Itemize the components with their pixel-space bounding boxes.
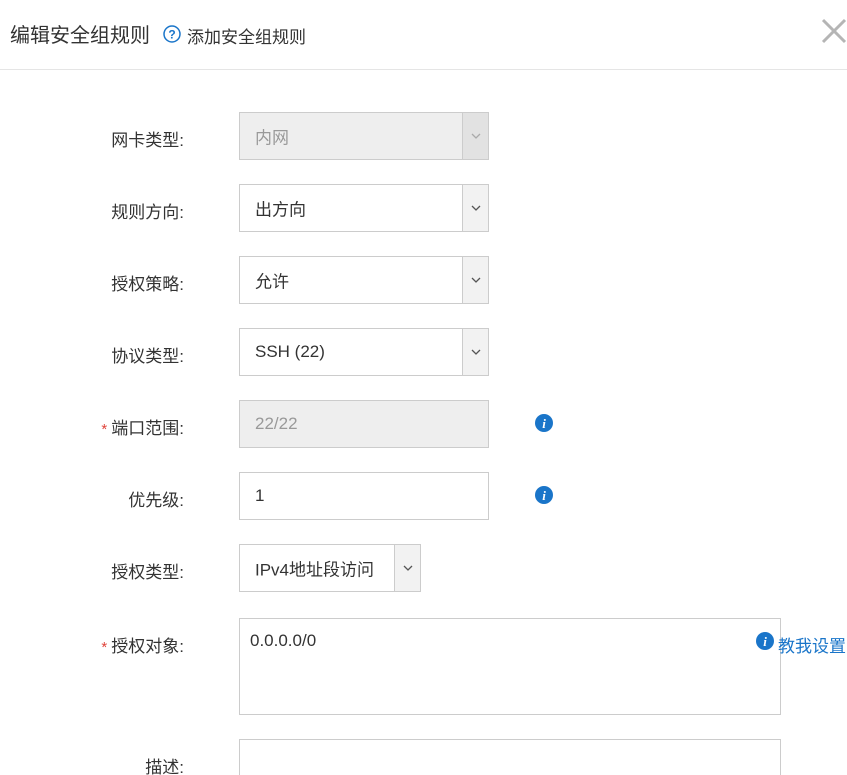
info-icon[interactable]: i bbox=[756, 632, 774, 650]
port-range-input: 22/22 bbox=[239, 400, 489, 448]
dialog-title: 编辑安全组规则 bbox=[10, 25, 150, 47]
description-label: 描述: bbox=[145, 758, 184, 775]
auth-object-textarea[interactable]: 0.0.0.0/0 bbox=[239, 618, 781, 715]
policy-label: 授权策略: bbox=[111, 275, 184, 294]
policy-select[interactable]: 允许 bbox=[239, 256, 489, 304]
priority-value: 1 bbox=[255, 486, 265, 505]
required-mark: * bbox=[101, 421, 108, 438]
nic-type-label: 网卡类型: bbox=[111, 131, 184, 150]
direction-label: 规则方向: bbox=[111, 203, 184, 222]
priority-label: 优先级: bbox=[128, 491, 184, 510]
priority-input[interactable]: 1 bbox=[239, 472, 489, 520]
svg-text:i: i bbox=[763, 634, 767, 649]
chevron-down-icon[interactable] bbox=[462, 185, 488, 231]
info-icon[interactable]: i bbox=[535, 486, 553, 504]
help-icon[interactable]: ? bbox=[163, 25, 181, 43]
svg-text:i: i bbox=[542, 416, 546, 431]
auth-type-value: IPv4地址段访问 bbox=[255, 560, 375, 580]
auth-type-select[interactable]: IPv4地址段访问 bbox=[239, 544, 421, 592]
policy-value: 允许 bbox=[255, 272, 289, 292]
nic-type-select: 内网 bbox=[239, 112, 489, 160]
edit-security-rule-dialog: 编辑安全组规则 ? 添加安全组规则 网卡类型: 内网 规则方向: 出方向 授权策… bbox=[0, 0, 847, 775]
protocol-label: 协议类型: bbox=[111, 347, 184, 366]
add-rule-help-link[interactable]: 添加安全组规则 bbox=[187, 23, 306, 48]
direction-value: 出方向 bbox=[255, 200, 306, 220]
direction-select[interactable]: 出方向 bbox=[239, 184, 489, 232]
chevron-down-icon[interactable] bbox=[394, 545, 420, 591]
auth-object-label-text: 授权对象: bbox=[111, 637, 184, 656]
chevron-down-icon[interactable] bbox=[462, 257, 488, 303]
close-icon[interactable] bbox=[820, 17, 847, 45]
svg-text:i: i bbox=[542, 488, 546, 503]
auth-object-label: * 授权对象: bbox=[101, 632, 184, 657]
info-icon[interactable]: i bbox=[535, 414, 553, 432]
auth-type-label: 授权类型: bbox=[111, 563, 184, 582]
port-range-value: 22/22 bbox=[255, 414, 298, 433]
svg-text:?: ? bbox=[168, 28, 175, 42]
auth-object-value: 0.0.0.0/0 bbox=[250, 631, 317, 650]
description-textarea[interactable] bbox=[239, 739, 781, 775]
chevron-down-icon[interactable] bbox=[462, 329, 488, 375]
chevron-down-icon bbox=[462, 113, 488, 159]
required-mark: * bbox=[101, 639, 108, 656]
teach-me-link[interactable]: 教我设置 bbox=[778, 632, 846, 657]
port-range-label-text: 端口范围: bbox=[111, 419, 184, 438]
dialog-header: 编辑安全组规则 ? 添加安全组规则 bbox=[0, 0, 847, 70]
nic-type-value: 内网 bbox=[255, 128, 289, 148]
protocol-value: SSH (22) bbox=[255, 342, 325, 361]
protocol-select[interactable]: SSH (22) bbox=[239, 328, 489, 376]
port-range-label: * 端口范围: bbox=[101, 414, 184, 439]
